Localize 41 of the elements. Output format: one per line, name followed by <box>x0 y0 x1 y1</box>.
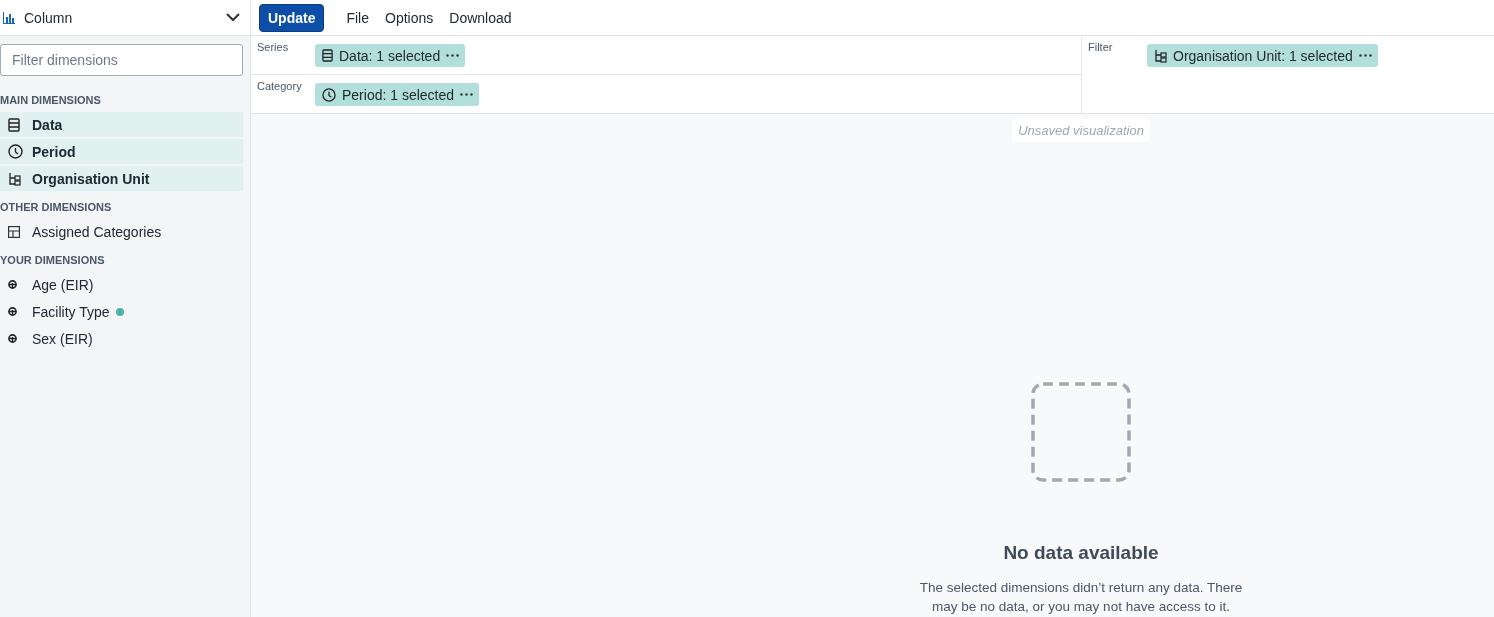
dimension-item[interactable]: Assigned Categories <box>0 219 243 244</box>
menu-item[interactable]: Options <box>377 5 442 30</box>
dimension-item[interactable]: Sex (EIR) <box>0 326 243 351</box>
clock-icon <box>322 87 336 102</box>
empty-heading: No data available <box>1003 542 1159 564</box>
dimension-item[interactable]: Age (EIR) <box>0 272 243 297</box>
empty-message: The selected dimensions didn’t return any data. There may be no data, or you may not have access to it. <box>918 579 1244 616</box>
filter-field[interactable]: Filter dimensions <box>0 44 243 76</box>
axis-label: Category <box>256 79 303 94</box>
dimension-item[interactable]: Facility Type <box>0 299 243 324</box>
menu-item[interactable]: Download <box>441 5 520 30</box>
dimension-icon <box>8 334 17 343</box>
clock-icon <box>8 144 23 159</box>
dimension-item[interactable]: Organisation Unit <box>0 166 243 191</box>
menu-item[interactable]: File <box>338 5 377 30</box>
dimension-item[interactable]: Data <box>0 112 243 137</box>
hierarchy-icon <box>8 171 21 186</box>
section-heading: MAIN DIMENSIONS <box>0 94 102 106</box>
dimension-chip[interactable]: Period: 1 selected <box>315 83 480 106</box>
more-icon <box>446 54 460 57</box>
section-heading: OTHER DIMENSIONS <box>0 201 113 213</box>
more-icon <box>1358 54 1372 57</box>
axis-label: Series <box>256 40 290 55</box>
visualization-title: Unsaved visualization <box>1012 119 1150 142</box>
hierarchy-icon <box>1154 48 1167 63</box>
axis-label: Filter <box>1087 40 1114 55</box>
dimension-chip[interactable]: Organisation Unit: 1 selected <box>1147 44 1378 67</box>
bar-chart-icon <box>3 11 15 24</box>
dimension-item[interactable]: Period <box>0 139 243 164</box>
empty-state-icon <box>1031 382 1131 482</box>
table-icon <box>8 225 20 238</box>
dimension-chip[interactable]: Data: 1 selected <box>315 44 466 67</box>
dimension-icon <box>8 280 17 289</box>
chart-type-selector[interactable]: Column <box>0 0 251 35</box>
more-icon <box>460 93 474 96</box>
list-icon <box>8 117 20 132</box>
update-button[interactable]: Update <box>259 3 325 32</box>
list-icon <box>322 49 333 62</box>
dimension-icon <box>8 307 17 316</box>
chevron-down-icon <box>226 13 240 22</box>
section-heading: YOUR DIMENSIONS <box>0 254 106 266</box>
